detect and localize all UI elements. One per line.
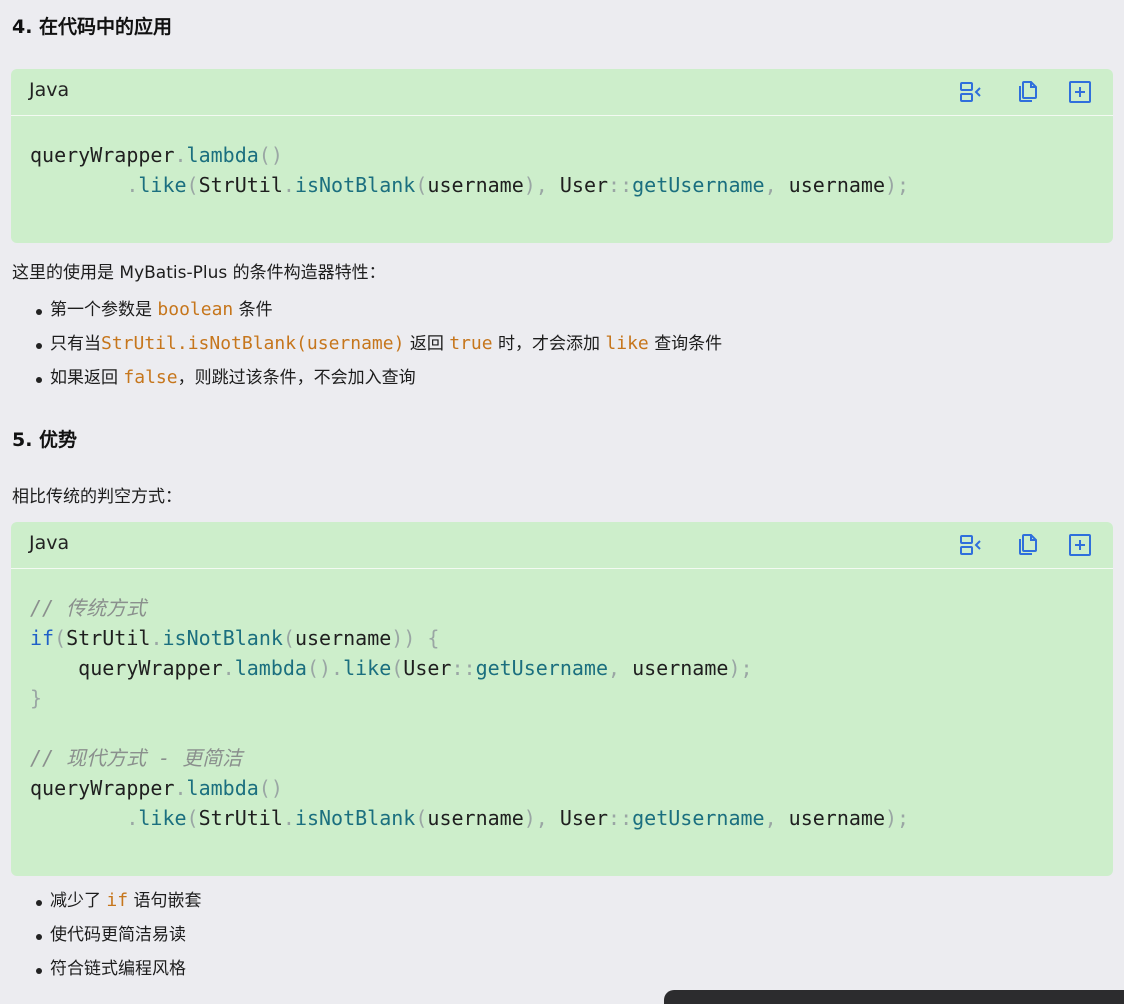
list-item: 使代码更简洁易读 (34, 918, 202, 952)
expand-icon[interactable] (1067, 79, 1093, 105)
code-header: Java (11, 69, 1113, 116)
section-5-heading: 5. 优势 (12, 429, 78, 451)
list-item: 如果返回 false，则跳过该条件，不会加入查询 (34, 361, 722, 395)
code-content: queryWrapper.lambda() .like(StrUtil.isNo… (30, 143, 910, 197)
code-block-2: Java // 传统方式 if(StrUtil.isNotBlank(usern… (11, 522, 1113, 876)
paragraph-mybatis: 这里的使用是 MyBatis-Plus 的条件构造器特性： (12, 263, 386, 283)
wrap-lines-icon[interactable] (958, 79, 984, 105)
code-content: // 传统方式 if(StrUtil.isNotBlank(username))… (30, 596, 910, 830)
list-item: 第一个参数是 boolean 条件 (34, 293, 722, 327)
copy-icon[interactable] (1014, 79, 1040, 105)
list-item: 只有当StrUtil.isNotBlank(username) 返回 true … (34, 327, 722, 361)
wrap-lines-icon[interactable] (958, 532, 984, 558)
code-language-label: Java (29, 532, 70, 554)
bottom-input-bar[interactable] (664, 990, 1124, 1004)
code-language-label: Java (29, 79, 70, 101)
code-block-1: Java queryWrapper.lambda() .like(StrUtil… (11, 69, 1113, 243)
copy-icon[interactable] (1014, 532, 1040, 558)
section-4-heading: 4. 在代码中的应用 (12, 16, 173, 38)
advantage-list: 减少了 if 语句嵌套 使代码更简洁易读 符合链式编程风格 (34, 884, 202, 986)
feature-list: 第一个参数是 boolean 条件 只有当StrUtil.isNotBlank(… (34, 293, 722, 395)
list-item: 减少了 if 语句嵌套 (34, 884, 202, 918)
code-header: Java (11, 522, 1113, 569)
expand-icon[interactable] (1067, 532, 1093, 558)
list-item: 符合链式编程风格 (34, 952, 202, 986)
paragraph-comparison: 相比传统的判空方式： (12, 487, 182, 507)
